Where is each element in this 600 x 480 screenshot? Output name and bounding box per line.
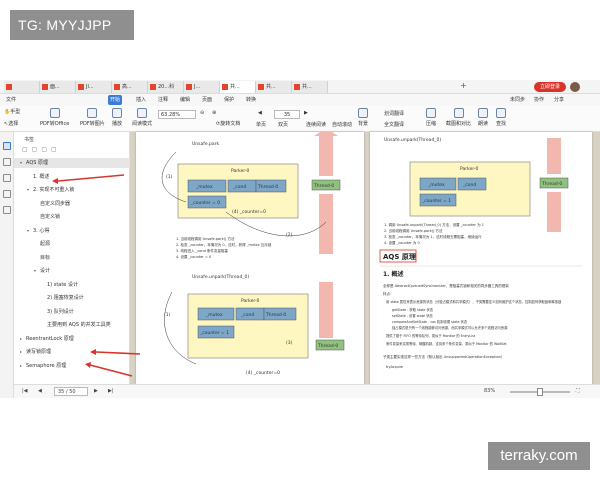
red-arrow-head <box>90 349 96 355</box>
annotation-arrows <box>52 174 141 377</box>
red-arrow <box>89 364 133 377</box>
watermark-tg: TG: MYYJJPP <box>10 10 134 40</box>
red-arrow-head <box>85 362 91 368</box>
pdf-reader-window: 面... Jl... 高... 20...科 J... 共... 共... 共.… <box>0 80 600 398</box>
red-arrow <box>57 174 125 182</box>
red-arrow <box>95 351 141 355</box>
red-arrow-head <box>52 178 58 184</box>
watermark-site: terraky.com <box>488 442 590 470</box>
